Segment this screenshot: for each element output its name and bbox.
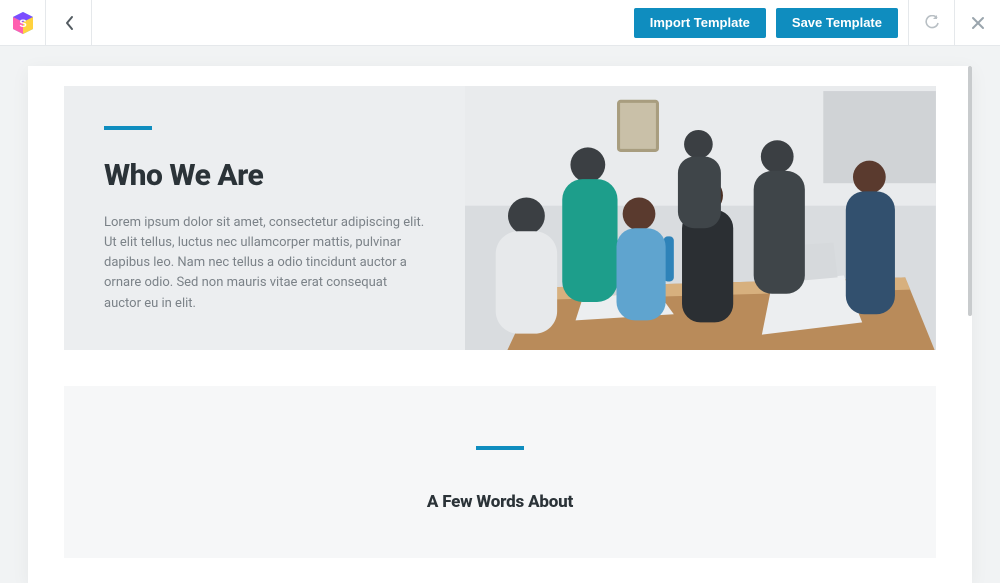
hero-body[interactable]: Lorem ipsum dolor sit amet, consectetur … <box>104 213 425 314</box>
import-template-button[interactable]: Import Template <box>634 8 766 38</box>
app-root: S Import Template Save Template <box>0 0 1000 583</box>
close-button[interactable] <box>954 0 1000 45</box>
topbar: S Import Template Save Template <box>0 0 1000 46</box>
svg-text:S: S <box>19 18 26 30</box>
refresh-icon <box>924 15 940 31</box>
hero-title[interactable]: Who We Are <box>104 158 425 193</box>
back-button[interactable] <box>46 0 92 45</box>
toolbar-spacer <box>92 0 634 45</box>
editor-canvas[interactable]: Who We Are Lorem ipsum dolor sit amet, c… <box>0 46 1000 583</box>
about-section[interactable]: A Few Words About <box>64 386 936 558</box>
about-title[interactable]: A Few Words About <box>427 492 573 512</box>
save-template-button[interactable]: Save Template <box>776 8 898 38</box>
hero-image[interactable] <box>465 86 936 350</box>
team-photo-illustration <box>465 86 936 350</box>
hero-section[interactable]: Who We Are Lorem ipsum dolor sit amet, c… <box>64 86 936 350</box>
scrollbar[interactable] <box>968 66 972 316</box>
template-page: Who We Are Lorem ipsum dolor sit amet, c… <box>28 66 972 583</box>
close-icon <box>971 16 985 30</box>
refresh-button[interactable] <box>908 0 954 45</box>
chevron-left-icon <box>64 15 74 31</box>
accent-bar <box>476 446 524 450</box>
logo-icon: S <box>11 11 35 35</box>
hero-text-column: Who We Are Lorem ipsum dolor sit amet, c… <box>64 86 465 350</box>
app-logo[interactable]: S <box>0 0 46 45</box>
accent-bar <box>104 126 152 130</box>
